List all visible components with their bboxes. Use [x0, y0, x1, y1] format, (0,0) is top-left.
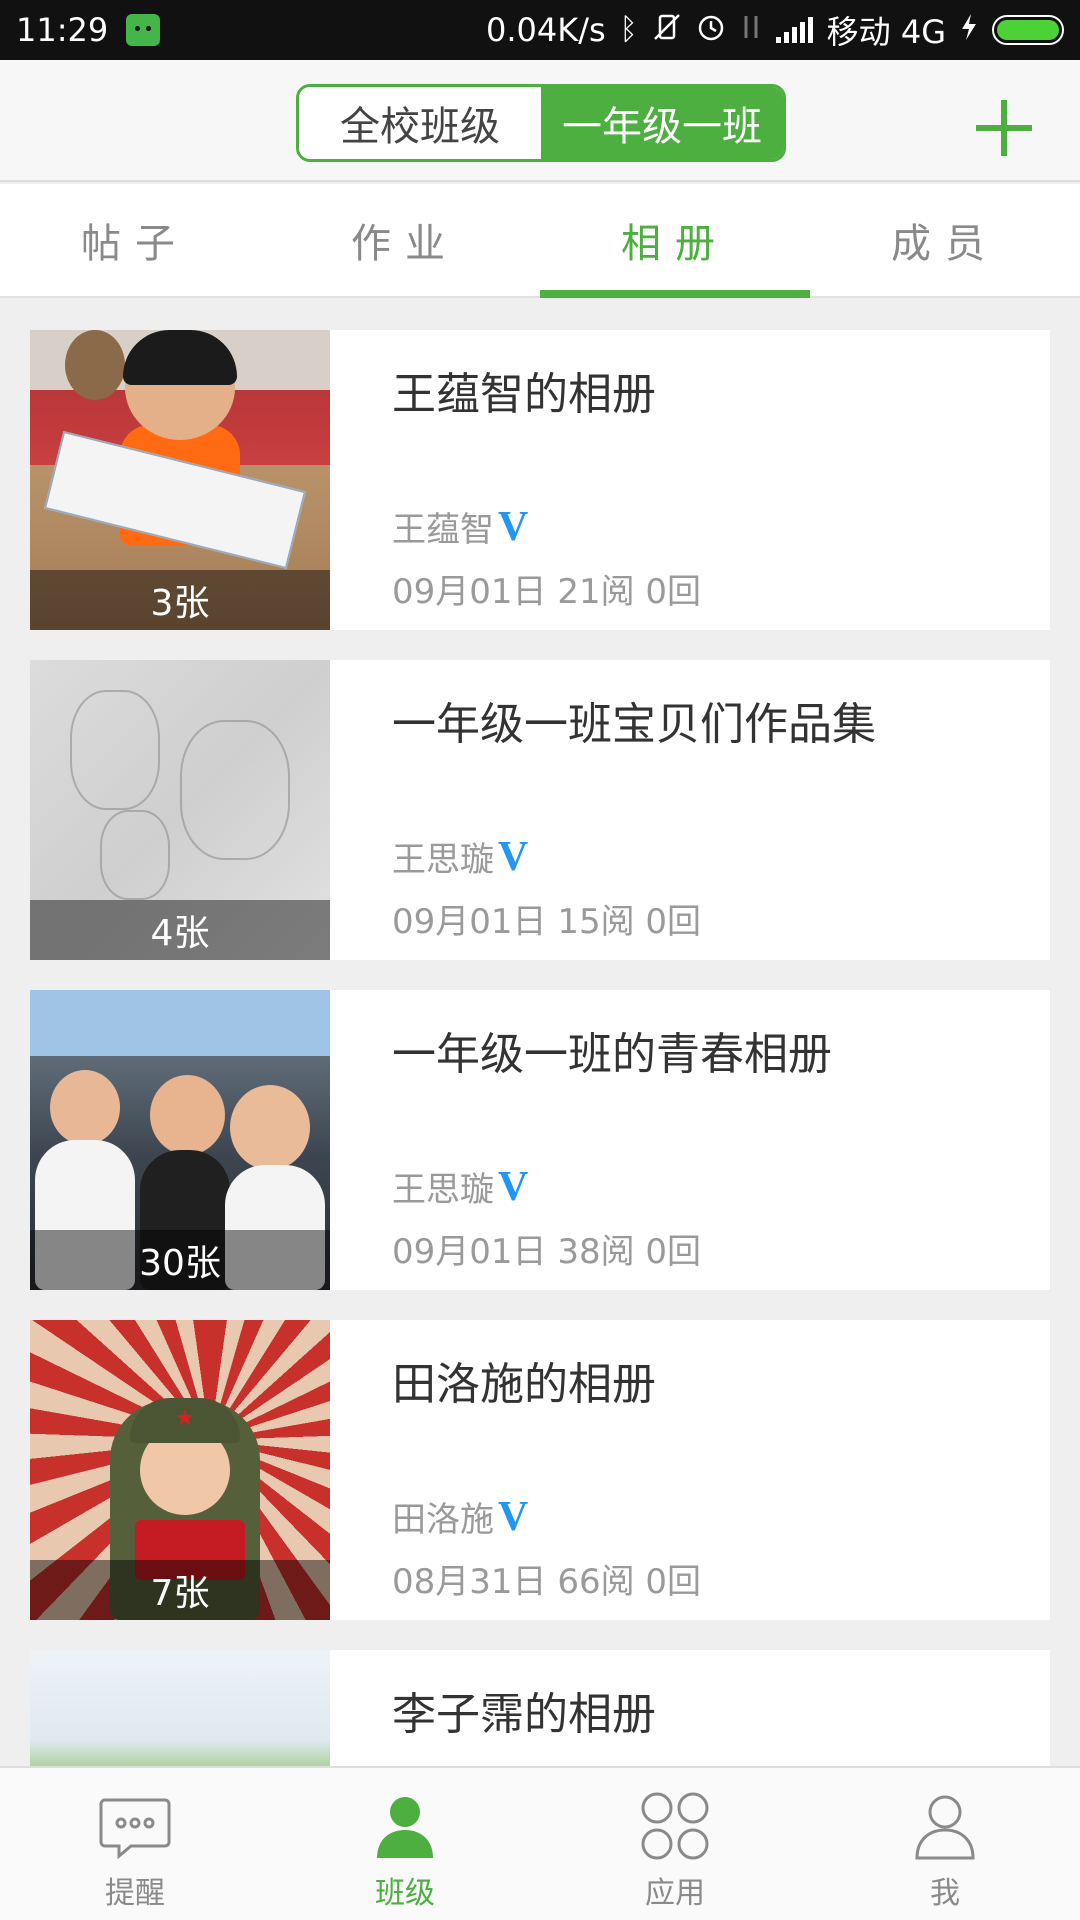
data-transfer-icon: [740, 12, 762, 48]
album-meta: 09月01日 38阅 0回: [392, 1232, 702, 1272]
class-scope-switch: 全校班级 一年级一班: [296, 84, 786, 162]
carrier-label: 移动 4G: [826, 13, 946, 51]
status-bar: 11:29 0.04K/s ᛒ 移动 4G: [0, 0, 1080, 60]
album-cover-image: 3张: [30, 330, 330, 630]
album-cover-image: [30, 1650, 330, 1766]
tab-albums[interactable]: 相册: [540, 184, 810, 298]
nav-class[interactable]: 班级: [270, 1768, 540, 1920]
segment-current-class[interactable]: 一年级一班: [541, 87, 783, 159]
alarm-icon: [696, 12, 726, 48]
album-list: 3张 王蕴智的相册 王蕴智 V 09月01日 21阅 0回 4张 一年级一班宝贝…: [0, 300, 1080, 1766]
tab-posts[interactable]: 帖子: [0, 184, 270, 296]
nav-label: 提醒: [105, 1876, 165, 1911]
nav-label: 班级: [375, 1876, 435, 1911]
verified-icon: V: [498, 503, 529, 550]
album-title: 王蕴智的相册: [392, 369, 656, 420]
author-name: 王思璇: [392, 840, 494, 880]
vibrate-off-icon: [652, 12, 682, 48]
photo-count: 30张: [30, 1230, 330, 1290]
photo-count: 7张: [30, 1560, 330, 1620]
status-time: 11:29: [16, 11, 109, 49]
apps-grid-icon: [639, 1790, 711, 1862]
album-card[interactable]: 李子霈的相册: [30, 1650, 1050, 1766]
album-title: 李子霈的相册: [392, 1689, 656, 1740]
album-author: 王思璇 V: [392, 1162, 528, 1211]
android-icon: [126, 14, 161, 46]
album-card[interactable]: 3张 王蕴智的相册 王蕴智 V 09月01日 21阅 0回: [30, 330, 1050, 630]
bottom-navigation: 提醒 班级 应用 我: [0, 1766, 1080, 1920]
section-tabs: 帖子 作业 相册 成员: [0, 184, 1080, 298]
album-author: 田洛施 V: [392, 1492, 528, 1541]
nav-label: 应用: [645, 1876, 705, 1911]
profile-icon: [909, 1790, 981, 1862]
album-cover-image: 30张: [30, 990, 330, 1290]
network-speed: 0.04K/s: [485, 11, 606, 49]
segment-whole-school[interactable]: 全校班级: [299, 87, 541, 159]
nav-apps[interactable]: 应用: [540, 1768, 810, 1920]
nav-reminders[interactable]: 提醒: [0, 1768, 270, 1920]
plus-icon[interactable]: [976, 100, 1032, 156]
chat-bubble-icon: [99, 1790, 171, 1862]
album-meta: 09月01日 15阅 0回: [392, 902, 702, 942]
album-card[interactable]: 30张 一年级一班的青春相册 王思璇 V 09月01日 38阅 0回: [30, 990, 1050, 1290]
nav-me[interactable]: 我: [810, 1768, 1080, 1920]
album-author: 王蕴智 V: [392, 502, 528, 551]
nav-label: 我: [930, 1876, 960, 1911]
album-title: 一年级一班的青春相册: [392, 1029, 832, 1080]
album-card[interactable]: ★ 7张 田洛施的相册 田洛施 V 08月31日 66阅 0回: [30, 1320, 1050, 1620]
author-name: 王蕴智: [392, 510, 494, 550]
author-name: 王思璇: [392, 1170, 494, 1210]
album-cover-image: ★ 7张: [30, 1320, 330, 1620]
app-header: 全校班级 一年级一班: [0, 60, 1080, 182]
person-icon: [369, 1790, 441, 1862]
album-meta: 09月01日 21阅 0回: [392, 572, 702, 612]
verified-icon: V: [498, 1493, 529, 1540]
album-cover-image: 4张: [30, 660, 330, 960]
photo-count: 4张: [30, 900, 330, 960]
battery-icon: [992, 15, 1064, 45]
photo-count: 3张: [30, 570, 330, 630]
bluetooth-icon: ᛒ: [619, 12, 638, 47]
tab-homework[interactable]: 作业: [270, 184, 540, 296]
tab-members[interactable]: 成员: [810, 184, 1080, 296]
album-author: 王思璇 V: [392, 832, 528, 881]
verified-icon: V: [498, 833, 529, 880]
album-meta: 08月31日 66阅 0回: [392, 1562, 702, 1602]
album-title: 田洛施的相册: [392, 1359, 656, 1410]
signal-icon: [775, 17, 813, 43]
charging-icon: [960, 12, 978, 48]
verified-icon: V: [498, 1163, 529, 1210]
album-title: 一年级一班宝贝们作品集: [392, 699, 876, 750]
author-name: 田洛施: [392, 1500, 494, 1540]
album-card[interactable]: 4张 一年级一班宝贝们作品集 王思璇 V 09月01日 15阅 0回: [30, 660, 1050, 960]
